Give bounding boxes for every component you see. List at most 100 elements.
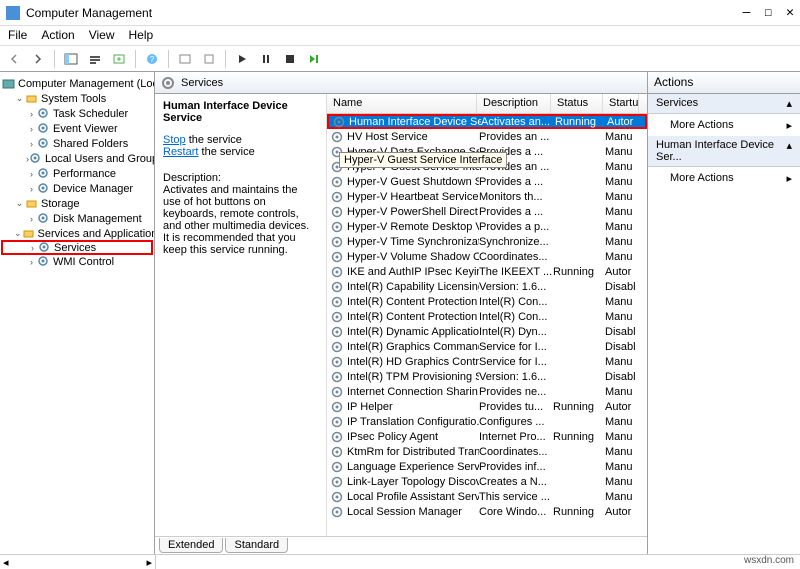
service-row[interactable]: Hyper-V Heartbeat ServiceMonitors th...M… bbox=[327, 189, 647, 204]
service-row[interactable]: HV Host ServiceProvides an ...Manu bbox=[327, 129, 647, 144]
tree-item[interactable]: ›WMI Control bbox=[2, 254, 152, 269]
gear-icon bbox=[330, 505, 344, 519]
stop-button[interactable] bbox=[280, 49, 300, 69]
show-hide-button[interactable] bbox=[61, 49, 81, 69]
help-button[interactable]: ? bbox=[142, 49, 162, 69]
forward-button[interactable] bbox=[28, 49, 48, 69]
tree-item[interactable]: ›Disk Management bbox=[2, 211, 152, 226]
actions-section-service[interactable]: Human Interface Device Ser...▴ bbox=[648, 136, 800, 167]
tree-item[interactable]: ›Shared Folders bbox=[2, 136, 152, 151]
service-row[interactable]: Local Session ManagerCore Windo...Runnin… bbox=[327, 504, 647, 519]
service-row[interactable]: Intel(R) Capability Licensing...Version:… bbox=[327, 279, 647, 294]
service-row[interactable]: Intel(R) Dynamic Applicatio...Intel(R) D… bbox=[327, 324, 647, 339]
gear-icon bbox=[330, 205, 344, 219]
service-row[interactable]: IP Translation Configuratio...Configures… bbox=[327, 414, 647, 429]
pause-button[interactable] bbox=[256, 49, 276, 69]
back-button[interactable] bbox=[4, 49, 24, 69]
actions-section-services[interactable]: Services▴ bbox=[648, 94, 800, 114]
tree-item[interactable]: ›Local Users and Groups bbox=[2, 151, 152, 166]
chevron-icon[interactable]: › bbox=[26, 124, 37, 134]
service-row[interactable]: Hyper-V Time Synchronizati...Synchronize… bbox=[327, 234, 647, 249]
navigation-tree[interactable]: Computer Management (Local ⌄System Tools… bbox=[0, 72, 155, 554]
tree-item[interactable]: ›Device Manager bbox=[2, 181, 152, 196]
service-row[interactable]: Hyper-V PowerShell Direct ...Provides a … bbox=[327, 204, 647, 219]
gear-icon bbox=[330, 250, 344, 264]
tool-button[interactable] bbox=[199, 49, 219, 69]
menu-help[interactable]: Help bbox=[129, 28, 154, 43]
users-icon bbox=[29, 152, 42, 165]
gear-icon bbox=[330, 400, 344, 414]
chevron-icon[interactable]: › bbox=[26, 184, 37, 194]
tree-root-label: Computer Management (Local bbox=[18, 78, 155, 90]
desc-label: Description: bbox=[163, 172, 318, 184]
scroll-left-icon[interactable]: ◂ bbox=[3, 556, 9, 569]
chevron-icon[interactable]: › bbox=[26, 169, 37, 179]
restart-button[interactable] bbox=[304, 49, 324, 69]
service-row[interactable]: Intel(R) TPM Provisioning S...Version: 1… bbox=[327, 369, 647, 384]
chevron-icon[interactable]: › bbox=[26, 109, 37, 119]
service-row[interactable]: Intel(R) Graphics Command...Service for … bbox=[327, 339, 647, 354]
gear-icon bbox=[330, 460, 344, 474]
properties-button[interactable] bbox=[85, 49, 105, 69]
service-row[interactable]: Language Experience ServiceProvides inf.… bbox=[327, 459, 647, 474]
event-icon bbox=[37, 122, 50, 135]
service-row[interactable]: Intel(R) HD Graphics Contro...Service fo… bbox=[327, 354, 647, 369]
tree-item[interactable]: ›Event Viewer bbox=[2, 121, 152, 136]
list-header[interactable]: Name Description Status Startu bbox=[327, 94, 647, 114]
service-row[interactable]: Intel(R) Content Protection ...Intel(R) … bbox=[327, 294, 647, 309]
service-row[interactable]: IPsec Policy AgentInternet Pro...Running… bbox=[327, 429, 647, 444]
service-row[interactable]: Human Interface Device Ser...Activates a… bbox=[327, 114, 647, 129]
service-row[interactable]: Link-Layer Topology Discov...Creates a N… bbox=[327, 474, 647, 489]
menu-file[interactable]: File bbox=[8, 28, 27, 43]
service-row[interactable]: Intel(R) Content Protection ...Intel(R) … bbox=[327, 309, 647, 324]
service-detail-pane: Human Interface Device Service Stop the … bbox=[155, 94, 327, 536]
service-row[interactable]: IP HelperProvides tu...RunningAutor bbox=[327, 399, 647, 414]
chevron-icon[interactable]: › bbox=[26, 214, 37, 224]
chevron-down-icon[interactable]: ⌄ bbox=[14, 228, 22, 239]
service-row[interactable]: Internet Connection Sharin...Provides ne… bbox=[327, 384, 647, 399]
col-status[interactable]: Status bbox=[551, 94, 603, 113]
tree-node[interactable]: ⌄Storage bbox=[2, 196, 152, 211]
col-startup[interactable]: Startu bbox=[603, 94, 639, 113]
tree-node[interactable]: ⌄System Tools bbox=[2, 91, 152, 106]
stop-link[interactable]: Stop bbox=[163, 134, 186, 146]
gear-icon bbox=[330, 385, 344, 399]
export-button[interactable] bbox=[109, 49, 129, 69]
tree-item[interactable]: ›Task Scheduler bbox=[2, 106, 152, 121]
service-row[interactable]: Hyper-V Volume Shadow C...Coordinates...… bbox=[327, 249, 647, 264]
col-desc[interactable]: Description bbox=[477, 94, 551, 113]
tooltip: Hyper-V Guest Service Interface bbox=[339, 152, 507, 168]
tree-node[interactable]: ⌄Services and Applications bbox=[2, 226, 152, 241]
service-row[interactable]: Hyper-V Guest Shutdown S...Provides a ..… bbox=[327, 174, 647, 189]
gear-icon bbox=[330, 475, 344, 489]
service-row[interactable]: Hyper-V Remote Desktop Vi...Provides a p… bbox=[327, 219, 647, 234]
services-list[interactable]: Name Description Status Startu Human Int… bbox=[327, 94, 647, 536]
svg-text:?: ? bbox=[150, 55, 155, 64]
scroll-right-icon[interactable]: ▸ bbox=[146, 556, 152, 569]
actions-more-2[interactable]: More Actions ▸ bbox=[648, 167, 800, 189]
refresh-button[interactable] bbox=[175, 49, 195, 69]
chevron-down-icon[interactable]: ⌄ bbox=[14, 93, 25, 104]
tree-root[interactable]: Computer Management (Local bbox=[2, 76, 152, 91]
service-row[interactable]: Local Profile Assistant Serv...This serv… bbox=[327, 489, 647, 504]
col-name[interactable]: Name bbox=[327, 94, 477, 113]
tab-standard[interactable]: Standard bbox=[225, 538, 288, 553]
menu-view[interactable]: View bbox=[89, 28, 115, 43]
menu-action[interactable]: Action bbox=[41, 28, 74, 43]
service-row[interactable]: IKE and AuthIP IPsec Keying...The IKEEXT… bbox=[327, 264, 647, 279]
tree-item[interactable]: ›Performance bbox=[2, 166, 152, 181]
restart-link[interactable]: Restart bbox=[163, 146, 198, 158]
actions-more-1[interactable]: More Actions ▸ bbox=[648, 114, 800, 136]
chevron-down-icon[interactable]: ⌄ bbox=[14, 198, 25, 209]
maximize-button[interactable]: ☐ bbox=[764, 5, 772, 20]
close-button[interactable]: ✕ bbox=[786, 5, 794, 20]
menubar: File Action View Help bbox=[0, 26, 800, 46]
service-row[interactable]: KtmRm for Distributed Tran...Coordinates… bbox=[327, 444, 647, 459]
chevron-icon[interactable]: › bbox=[26, 139, 37, 149]
minimize-button[interactable]: — bbox=[743, 5, 751, 20]
start-button[interactable] bbox=[232, 49, 252, 69]
chevron-icon[interactable]: › bbox=[27, 243, 38, 253]
tree-item[interactable]: ›Services bbox=[1, 240, 153, 255]
chevron-icon[interactable]: › bbox=[26, 257, 37, 267]
tab-extended[interactable]: Extended bbox=[159, 538, 223, 553]
